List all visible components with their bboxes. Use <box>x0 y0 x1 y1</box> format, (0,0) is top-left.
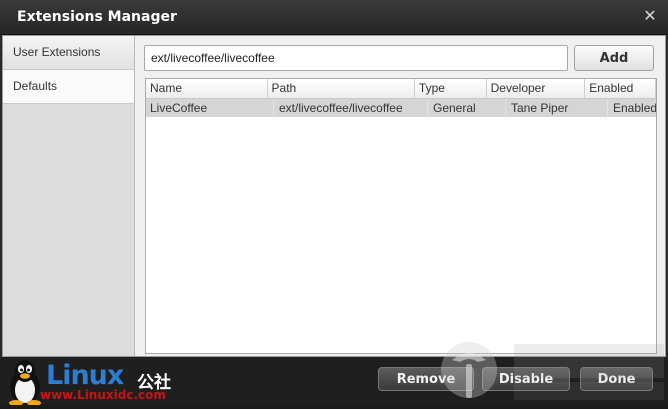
disable-button[interactable]: Disable <box>482 367 570 391</box>
table-row[interactable]: LiveCoffee ext/livecoffee/livecoffee Gen… <box>146 99 656 117</box>
title-bar: Extensions Manager ✕ <box>0 0 668 35</box>
table-header: Name Path Type Developer Enabled <box>146 79 656 99</box>
extension-path-input[interactable] <box>144 45 568 71</box>
dialog-title: Extensions Manager <box>17 9 177 25</box>
remove-button[interactable]: Remove <box>378 367 474 391</box>
extensions-table: Name Path Type Developer Enabled LiveCof… <box>145 78 657 354</box>
column-header-name[interactable]: Name <box>146 79 268 98</box>
linuxidc-logo: Linux 公社 www.Linuxidc.com <box>6 358 181 405</box>
content-area: User Extensions Defaults Add Name Path T… <box>2 35 666 357</box>
cell-type: General <box>428 99 506 117</box>
extensions-manager-dialog: Extensions Manager ✕ User Extensions Def… <box>0 0 668 405</box>
column-header-type[interactable]: Type <box>415 79 487 98</box>
done-button[interactable]: Done <box>580 367 653 391</box>
close-icon[interactable]: ✕ <box>642 8 658 24</box>
cell-name: LiveCoffee <box>146 99 274 117</box>
logo-url-text: www.Linuxidc.com <box>40 388 166 402</box>
logo-brand-text: Linux <box>46 360 124 391</box>
cell-path: ext/livecoffee/livecoffee <box>274 99 428 117</box>
column-header-path[interactable]: Path <box>268 79 415 98</box>
sidebar: User Extensions Defaults <box>3 36 135 356</box>
column-header-developer[interactable]: Developer <box>487 79 586 98</box>
column-header-enabled[interactable]: Enabled <box>585 79 656 98</box>
tux-penguin-icon <box>9 360 41 405</box>
main-panel: Add Name Path Type Developer Enabled Liv… <box>144 45 658 355</box>
sidebar-item-user-extensions[interactable]: User Extensions <box>3 36 134 70</box>
add-button[interactable]: Add <box>574 45 654 71</box>
sidebar-item-label: User Extensions <box>13 45 101 59</box>
cell-developer: Tane Piper <box>506 99 608 117</box>
sidebar-item-defaults[interactable]: Defaults <box>3 70 134 104</box>
cell-enabled: Enabled <box>613 101 656 115</box>
sidebar-empty-area <box>3 104 134 356</box>
sidebar-item-label: Defaults <box>13 79 58 93</box>
